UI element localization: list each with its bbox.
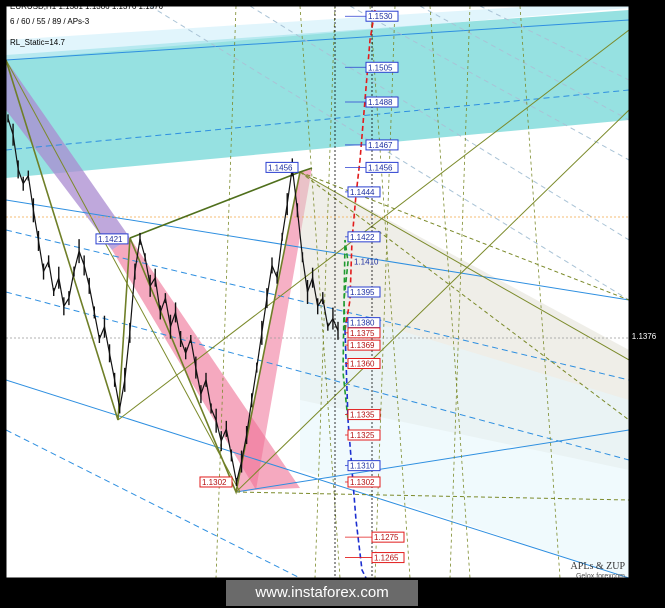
blue-target-label: 1.1505 (368, 63, 393, 72)
blue-target-label: 1.1488 (368, 98, 393, 107)
indicator-params: 6 / 60 / 55 / 89 / APs-3 (10, 17, 90, 26)
blue-target-label: 1.1456 (368, 163, 393, 172)
blue-target-label: 1.1467 (368, 141, 393, 150)
y-tick-label: 1.1443 (634, 190, 659, 199)
red-target-label: 1.1375 (350, 329, 375, 338)
y-tick-label: 1.1278 (634, 527, 659, 536)
y-tick-label: 1.1488 (634, 98, 659, 107)
blue-target-label: 1.1310 (350, 462, 375, 471)
red-target-label: 1.1335 (350, 411, 375, 420)
rl-static-label: RL_Static=14.7 (10, 38, 65, 47)
gelox-watermark: Gelox.forexcom (575, 573, 625, 580)
y-tick-label: 1.1263 (634, 558, 659, 567)
blue-target-label: 1.1380 (350, 319, 375, 328)
blue-target-label: 1.1530 (368, 12, 393, 21)
red-target-label: 1.1325 (350, 431, 375, 440)
red-target-label: 1.1265 (374, 554, 399, 563)
x-tick-label: 26 Oct 07:00 (106, 584, 146, 591)
x-tick-label: 23 Oct 2018 (6, 584, 44, 591)
y-tick-label: 1.1323 (634, 435, 659, 444)
chart-window: 1.1530 1.1505 1.1488 1.1467 1.1456 1.1444 1.14… (0, 0, 665, 608)
y-tick-label: 1.1368 (634, 343, 659, 352)
red-target-label: 1.1369 (350, 341, 375, 350)
pivot-label: 1.1302 (202, 478, 227, 487)
y-tick-label: 1.1308 (634, 466, 659, 475)
x-tick-label: 24 Oct 23:00 (60, 584, 100, 591)
y-tick-label: 1.1398 (634, 282, 659, 291)
y-tick-label: 1.1293 (634, 496, 659, 505)
y-tick-label: 1.1413 (634, 251, 659, 260)
red-target-label: 1.1275 (374, 533, 399, 542)
y-tick-label: 1.1383 (634, 313, 659, 322)
blue-target-label: 1.1444 (350, 188, 375, 197)
y-tick-label: 1.1518 (634, 37, 659, 46)
symbol-info: EURUSD,H1 1.1381 1.1386 1.1376 1.1376 (10, 2, 163, 11)
red-target-label: 1.1360 (350, 360, 375, 369)
x-tick-label: 29 Oct 16:00 (155, 584, 195, 591)
apls-watermark: APLs & ZUP (570, 561, 625, 572)
blue-target-label: 1.1422 (350, 233, 375, 242)
blue-target-label: 1.1395 (350, 288, 375, 297)
red-target-label: 1.1302 (350, 478, 375, 487)
pivot-label: 1.1421 (98, 235, 123, 244)
current-price-tag: 1.1376 (630, 331, 658, 342)
plain-level-label: 1.1410 (354, 257, 379, 266)
y-tick-label: 1.1503 (634, 67, 659, 76)
y-tick-label: 1.1428 (634, 221, 659, 230)
instaforex-brand-bar[interactable]: www.instaforex.com (226, 580, 418, 606)
y-tick-label: 1.1338 (634, 404, 659, 413)
y-tick-label: 1.1353 (634, 374, 659, 383)
y-tick-label: 1.1458 (634, 159, 659, 168)
price-chart[interactable]: 1.1530 1.1505 1.1488 1.1467 1.1456 1.1444 1.14… (0, 0, 665, 608)
y-tick-label: 1.1473 (634, 129, 659, 138)
pivot-label: 1.1456 (268, 163, 293, 172)
